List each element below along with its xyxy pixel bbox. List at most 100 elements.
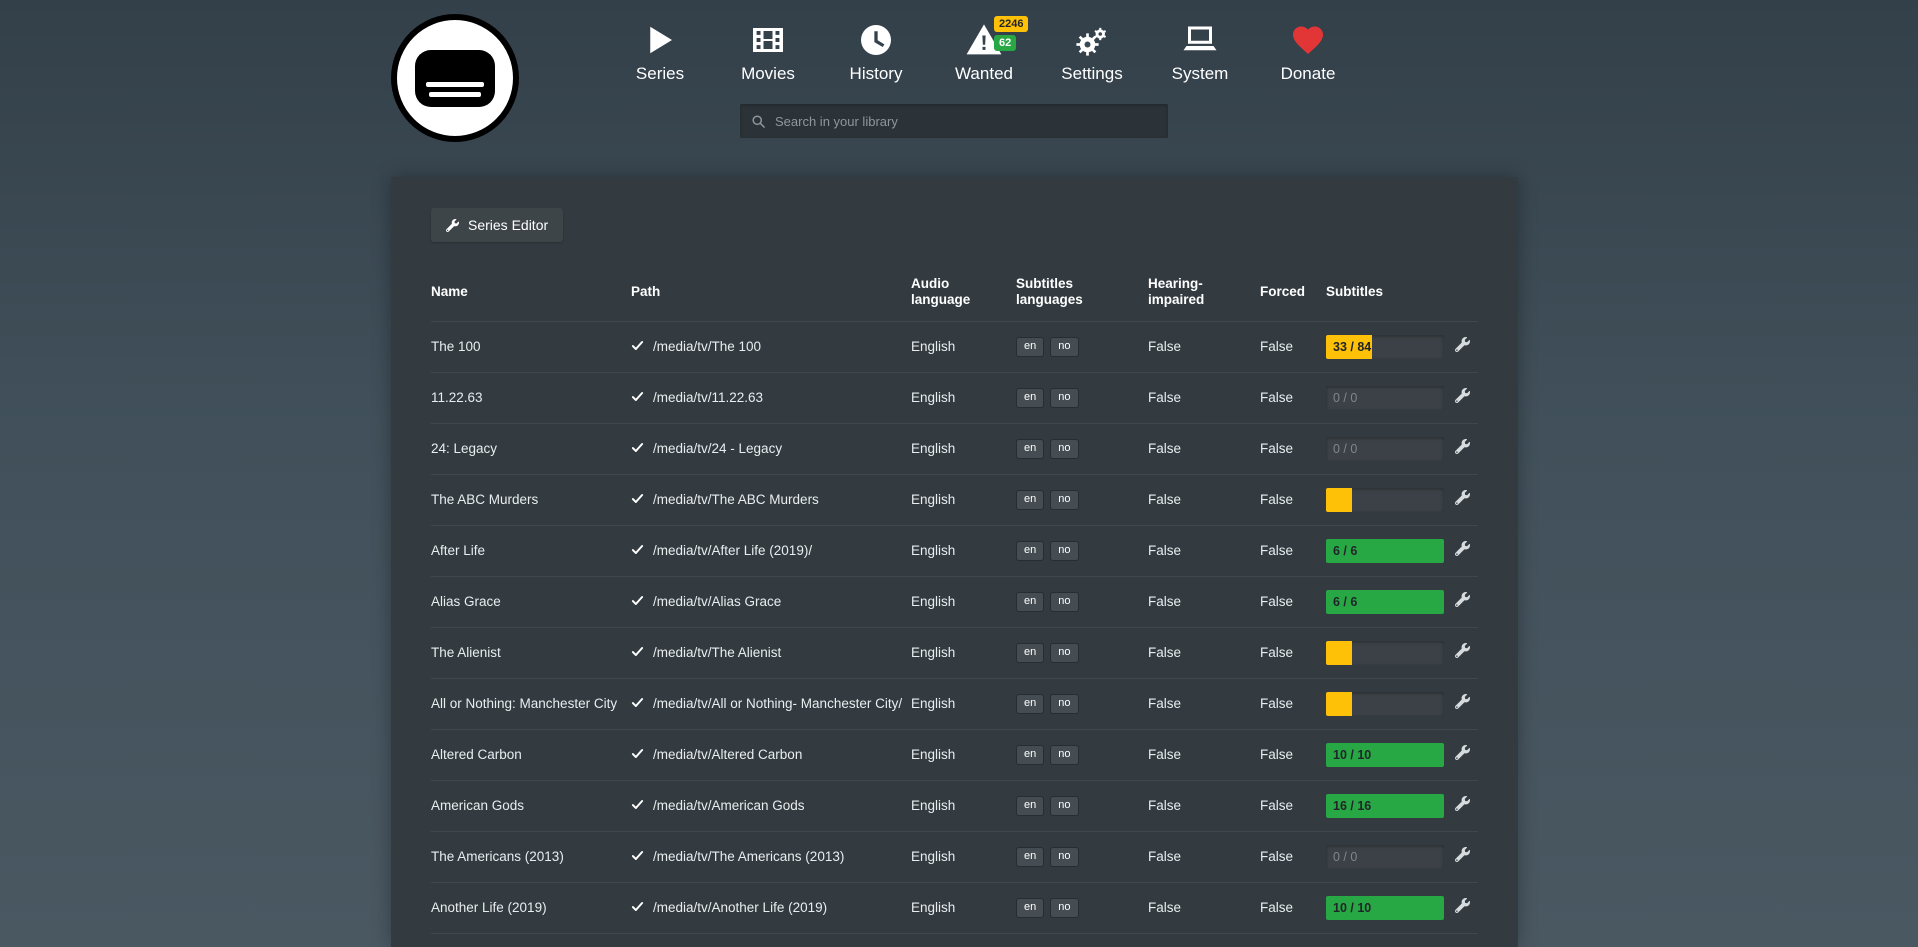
path-valid-check-icon: [631, 492, 644, 505]
language-badge: en: [1016, 796, 1044, 815]
series-name-link[interactable]: Another Life (2019): [431, 883, 631, 934]
forced-value: False: [1260, 628, 1326, 679]
series-path: /media/tv/24 - Legacy: [653, 441, 782, 456]
subtitles-progress-bar: [1326, 692, 1444, 716]
nav-item-wanted[interactable]: 224662 Wanted: [930, 22, 1038, 84]
edit-series-wrench-icon[interactable]: [1455, 796, 1470, 811]
series-name-link[interactable]: A.P. Bio: [431, 934, 631, 947]
series-name-link[interactable]: The Americans (2013): [431, 832, 631, 883]
language-badge: en: [1016, 694, 1044, 713]
edit-series-wrench-icon[interactable]: [1455, 643, 1470, 658]
search-input[interactable]: [775, 114, 1157, 129]
progress-label: 0 / 0: [1333, 437, 1357, 461]
subtitles-progress-cell: 10 / 10: [1326, 883, 1448, 934]
series-path-cell: /media/tv/24 - Legacy: [631, 424, 911, 475]
progress-label: 10 / 10: [1333, 743, 1371, 767]
series-name-link[interactable]: 11.22.63: [431, 373, 631, 424]
series-name-link[interactable]: All or Nothing: Manchester City: [431, 679, 631, 730]
series-row: The Alienist /media/tv/The Alienist Engl…: [431, 628, 1478, 679]
language-badge: en: [1016, 490, 1044, 509]
subtitles-progress-cell: 0 / 0: [1326, 832, 1448, 883]
series-path: /media/tv/American Gods: [653, 798, 805, 813]
subtitles-progress-cell: [1326, 628, 1448, 679]
subtitles-progress-bar: 0 / 0: [1326, 845, 1444, 869]
series-name-link[interactable]: Alias Grace: [431, 577, 631, 628]
bazarr-logo-mark: [415, 50, 495, 107]
language-badge: en: [1016, 337, 1044, 356]
edit-series-wrench-icon[interactable]: [1455, 490, 1470, 505]
audio-language-value: English: [911, 577, 1016, 628]
series-name-link[interactable]: 24: Legacy: [431, 424, 631, 475]
series-row: A.P. Bio /media/tv/A.P. BIO/ English enn…: [431, 934, 1478, 947]
series-name-link[interactable]: The Alienist: [431, 628, 631, 679]
edit-series-wrench-icon[interactable]: [1455, 898, 1470, 913]
series-path-cell: /media/tv/American Gods: [631, 781, 911, 832]
series-path: /media/tv/The Americans (2013): [653, 849, 844, 864]
language-badge: no: [1050, 541, 1078, 560]
edit-series-wrench-icon[interactable]: [1455, 745, 1470, 760]
language-badge: no: [1050, 898, 1078, 917]
nav-label: Wanted: [955, 64, 1013, 84]
edit-series-wrench-icon[interactable]: [1455, 541, 1470, 556]
logo-subtitle-line: [429, 92, 481, 97]
hearing-impaired-value: False: [1148, 679, 1260, 730]
language-badge: no: [1050, 592, 1078, 611]
language-badge: no: [1050, 796, 1078, 815]
subtitles-progress-bar: 10 / 10: [1326, 743, 1444, 767]
row-actions-cell: [1448, 883, 1478, 934]
subtitles-progress-bar: 0 / 0: [1326, 437, 1444, 461]
edit-series-wrench-icon[interactable]: [1455, 847, 1470, 862]
series-row: Altered Carbon /media/tv/Altered Carbon …: [431, 730, 1478, 781]
edit-series-wrench-icon[interactable]: [1455, 694, 1470, 709]
row-actions-cell: [1448, 781, 1478, 832]
edit-series-wrench-icon[interactable]: [1455, 337, 1470, 352]
subtitles-progress-bar: 16 / 16: [1326, 794, 1444, 818]
subtitles-languages-cell: enno: [1016, 424, 1148, 475]
col-header-audio-language: Audio language: [911, 268, 1016, 322]
series-path-cell: /media/tv/The 100: [631, 322, 911, 373]
subtitles-progress-bar: [1326, 641, 1444, 665]
col-header-forced: Forced: [1260, 268, 1326, 322]
search-bar: [740, 104, 1168, 138]
series-path: /media/tv/11.22.63: [653, 390, 763, 405]
language-badge: no: [1050, 694, 1078, 713]
series-name-link[interactable]: The ABC Murders: [431, 475, 631, 526]
series-name-link[interactable]: Altered Carbon: [431, 730, 631, 781]
edit-series-wrench-icon[interactable]: [1455, 388, 1470, 403]
hearing-impaired-value: False: [1148, 322, 1260, 373]
nav-item-history[interactable]: History: [822, 22, 930, 84]
nav-item-series[interactable]: Series: [606, 22, 714, 84]
nav-item-system[interactable]: System: [1146, 22, 1254, 84]
series-name-link[interactable]: American Gods: [431, 781, 631, 832]
nav-item-movies[interactable]: Movies: [714, 22, 822, 84]
edit-series-wrench-icon[interactable]: [1455, 439, 1470, 454]
path-valid-check-icon: [631, 747, 644, 760]
col-header-actions: [1448, 268, 1478, 322]
bazarr-logo[interactable]: [391, 14, 519, 142]
subtitles-progress-cell: 16 / 16: [1326, 781, 1448, 832]
nav-item-settings[interactable]: Settings: [1038, 22, 1146, 84]
audio-language-value: English: [911, 475, 1016, 526]
series-table-body: The 100 /media/tv/The 100 English enno F…: [431, 322, 1478, 947]
content-panel: Series Editor Name Path Audio language S…: [391, 177, 1518, 947]
nav-label: Series: [636, 64, 684, 84]
language-badge: en: [1016, 847, 1044, 866]
play-icon: [642, 22, 678, 58]
nav-item-donate[interactable]: Donate: [1254, 22, 1362, 84]
path-valid-check-icon: [631, 390, 644, 403]
subtitles-languages-cell: enno: [1016, 526, 1148, 577]
series-table: Name Path Audio language Subtitles langu…: [431, 268, 1478, 947]
series-name-link[interactable]: The 100: [431, 322, 631, 373]
row-actions-cell: [1448, 322, 1478, 373]
series-row: Alias Grace /media/tv/Alias Grace Englis…: [431, 577, 1478, 628]
edit-series-wrench-icon[interactable]: [1455, 592, 1470, 607]
series-path: /media/tv/Altered Carbon: [653, 747, 802, 762]
series-row: 24: Legacy /media/tv/24 - Legacy English…: [431, 424, 1478, 475]
top-bar: Series Movies History 224662 Wanted: [0, 0, 1918, 177]
subtitles-languages-cell: enno: [1016, 577, 1148, 628]
subtitles-progress-cell: 33 / 84: [1326, 322, 1448, 373]
hearing-impaired-value: False: [1148, 373, 1260, 424]
series-name-link[interactable]: After Life: [431, 526, 631, 577]
series-editor-button[interactable]: Series Editor: [431, 208, 563, 242]
forced-value: False: [1260, 730, 1326, 781]
